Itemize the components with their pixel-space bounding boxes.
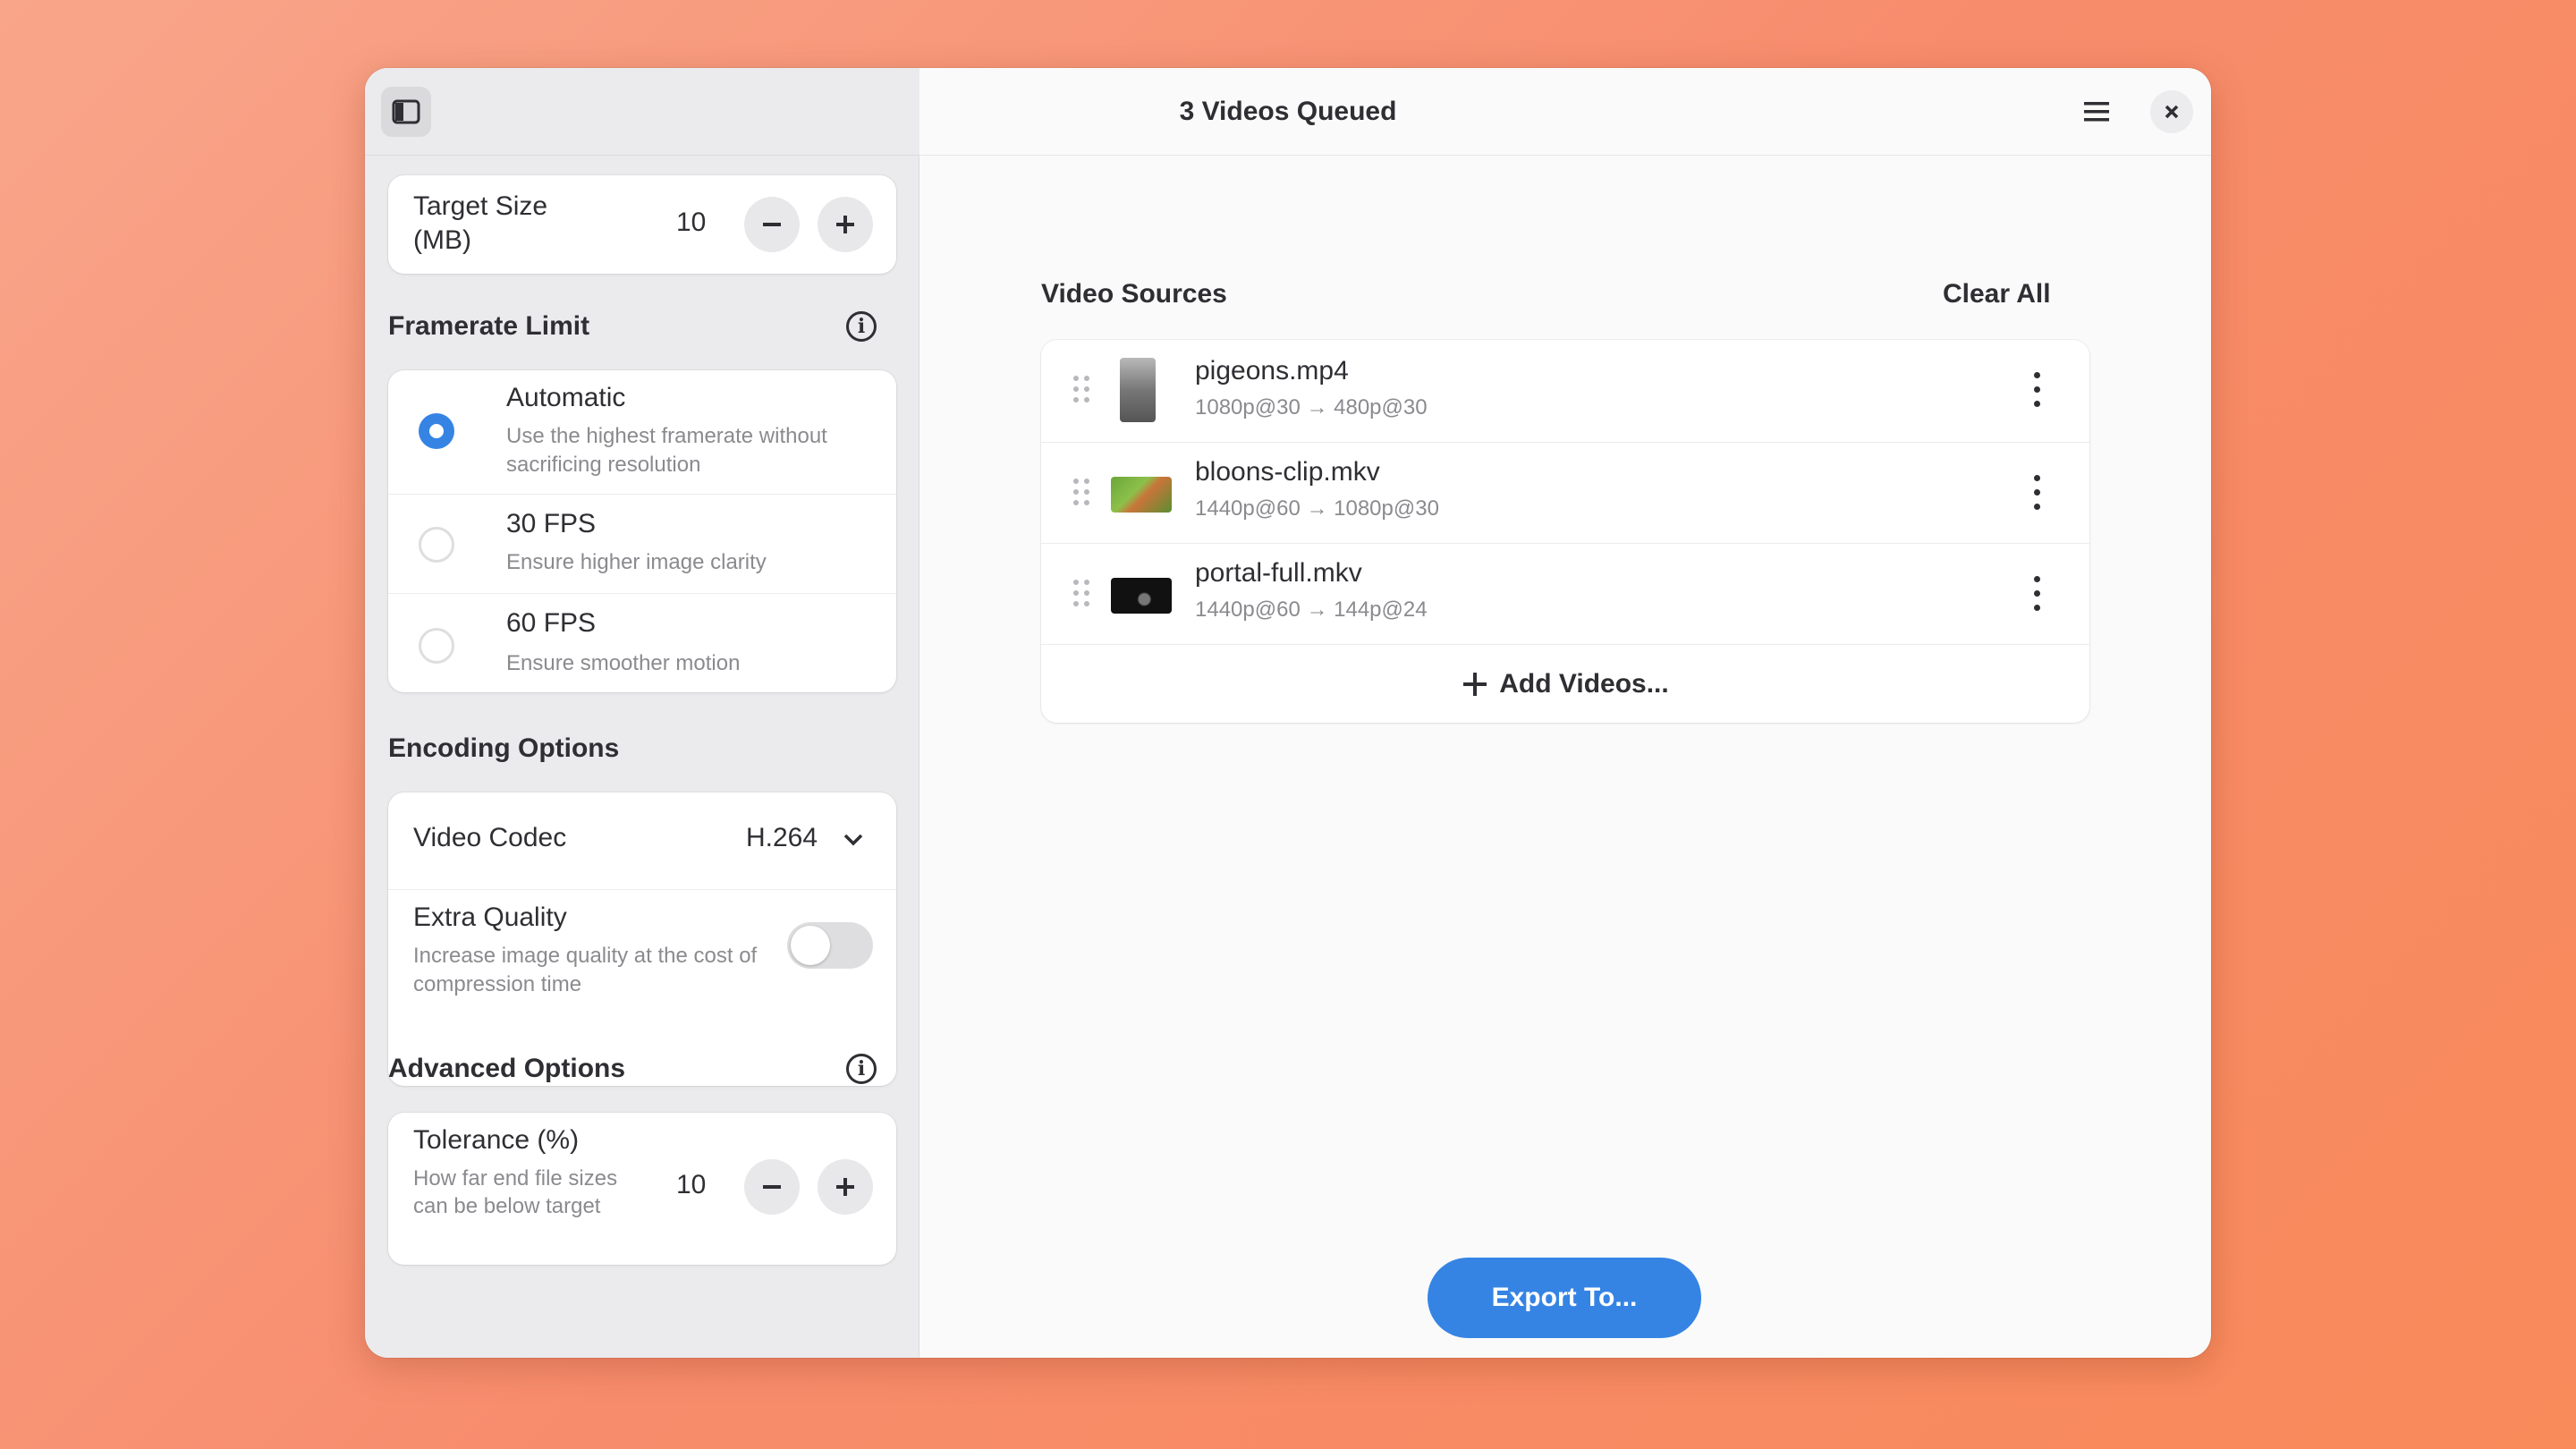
info-icon[interactable]: i — [846, 311, 877, 342]
framerate-option-description: Ensure smoother motion — [506, 651, 741, 675]
framerate-option-label: 30 FPS — [506, 509, 597, 538]
target-size-increase-button[interactable] — [818, 197, 873, 252]
tolerance-value[interactable]: 10 — [676, 1170, 706, 1200]
video-name: pigeons.mp4 — [1195, 356, 1349, 386]
main-menu-button[interactable] — [2072, 87, 2122, 137]
advanced-section-title: Advanced Options — [388, 1054, 626, 1083]
sidebar: Target Size (MB) 10 Framerate Limit i Au… — [365, 68, 919, 1358]
info-icon[interactable]: i — [846, 1054, 877, 1084]
encoding-card: Video Codec H.264 Extra Quality Increase… — [388, 792, 896, 1086]
kebab-menu-icon[interactable] — [2032, 475, 2041, 511]
video-conversion: 1080p@30 → 480p@30 — [1195, 395, 1428, 419]
framerate-option-label: Automatic — [506, 383, 626, 412]
minus-icon — [763, 1185, 781, 1189]
video-thumbnail — [1120, 358, 1156, 422]
framerate-option-description: Use the highest framerate without sacrif… — [506, 424, 827, 477]
plus-icon — [1463, 672, 1487, 696]
framerate-option-automatic[interactable]: Automatic Use the highest framerate with… — [388, 370, 896, 494]
target-size-label: Target Size (MB) — [413, 191, 548, 255]
drag-handle-icon[interactable] — [1073, 376, 1091, 404]
extra-quality-description: Increase image quality at the cost of co… — [413, 944, 758, 996]
window-title: 3 Videos Queued — [1179, 97, 1397, 126]
hamburger-menu-icon — [2084, 102, 2109, 122]
video-conversion: 1440p@60 → 144p@24 — [1195, 597, 1428, 622]
video-codec-label: Video Codec — [413, 823, 567, 852]
framerate-option-30fps[interactable]: 30 FPS Ensure higher image clarity — [388, 495, 896, 593]
export-button[interactable]: Export To... — [1428, 1258, 1701, 1338]
video-codec-row[interactable]: Video Codec H.264 — [388, 792, 896, 889]
target-size-decrease-button[interactable] — [744, 197, 800, 252]
minus-icon — [763, 223, 781, 226]
video-name: bloons-clip.mkv — [1195, 457, 1380, 487]
radio-automatic[interactable] — [419, 413, 454, 449]
extra-quality-label: Extra Quality — [413, 902, 567, 932]
clear-all-button[interactable]: Clear All — [1943, 279, 2051, 309]
target-size-value[interactable]: 10 — [676, 208, 706, 238]
tolerance-card: Tolerance (%) How far end file sizes can… — [388, 1113, 896, 1265]
framerate-option-label: 60 FPS — [506, 608, 597, 638]
list-item[interactable]: pigeons.mp4 1080p@30 → 480p@30 — [1041, 340, 2089, 442]
video-thumbnail — [1111, 578, 1172, 614]
kebab-menu-icon[interactable] — [2032, 576, 2041, 612]
add-videos-label: Add Videos... — [1499, 668, 1669, 699]
tolerance-label: Tolerance (%) — [413, 1125, 580, 1155]
video-conversion: 1440p@60 → 1080p@30 — [1195, 496, 1439, 521]
plus-icon — [836, 216, 854, 233]
framerate-card: Automatic Use the highest framerate with… — [388, 370, 896, 692]
add-videos-button[interactable]: Add Videos... — [1041, 645, 2089, 723]
list-item[interactable]: portal-full.mkv 1440p@60 → 144p@24 — [1041, 544, 2089, 644]
video-codec-value[interactable]: H.264 — [746, 823, 818, 853]
framerate-section-title: Framerate Limit — [388, 311, 590, 341]
video-sources-title: Video Sources — [1041, 279, 1227, 309]
radio-60fps[interactable] — [419, 628, 454, 664]
close-icon — [2165, 105, 2179, 119]
app-window: Target Size (MB) 10 Framerate Limit i Au… — [365, 68, 2211, 1358]
kebab-menu-icon[interactable] — [2032, 372, 2041, 408]
video-name: portal-full.mkv — [1195, 558, 1362, 588]
radio-30fps[interactable] — [419, 527, 454, 563]
tolerance-increase-button[interactable] — [818, 1159, 873, 1215]
tolerance-description: How far end file sizes can be below targ… — [413, 1166, 618, 1218]
encoding-section-title: Encoding Options — [388, 733, 620, 763]
framerate-option-60fps[interactable]: 60 FPS Ensure smoother motion — [388, 594, 896, 692]
list-item[interactable]: bloons-clip.mkv 1440p@60 → 1080p@30 — [1041, 443, 2089, 543]
close-button[interactable] — [2150, 90, 2193, 133]
framerate-option-description: Ensure higher image clarity — [506, 550, 767, 574]
chevron-down-icon[interactable] — [843, 832, 864, 848]
video-thumbnail — [1111, 477, 1172, 513]
target-size-card: Target Size (MB) 10 — [388, 175, 896, 274]
drag-handle-icon[interactable] — [1073, 580, 1091, 608]
tolerance-decrease-button[interactable] — [744, 1159, 800, 1215]
video-list: pigeons.mp4 1080p@30 → 480p@30 bloons-cl… — [1041, 340, 2089, 723]
extra-quality-toggle[interactable] — [787, 922, 873, 969]
drag-handle-icon[interactable] — [1073, 479, 1091, 507]
plus-icon — [836, 1178, 854, 1196]
